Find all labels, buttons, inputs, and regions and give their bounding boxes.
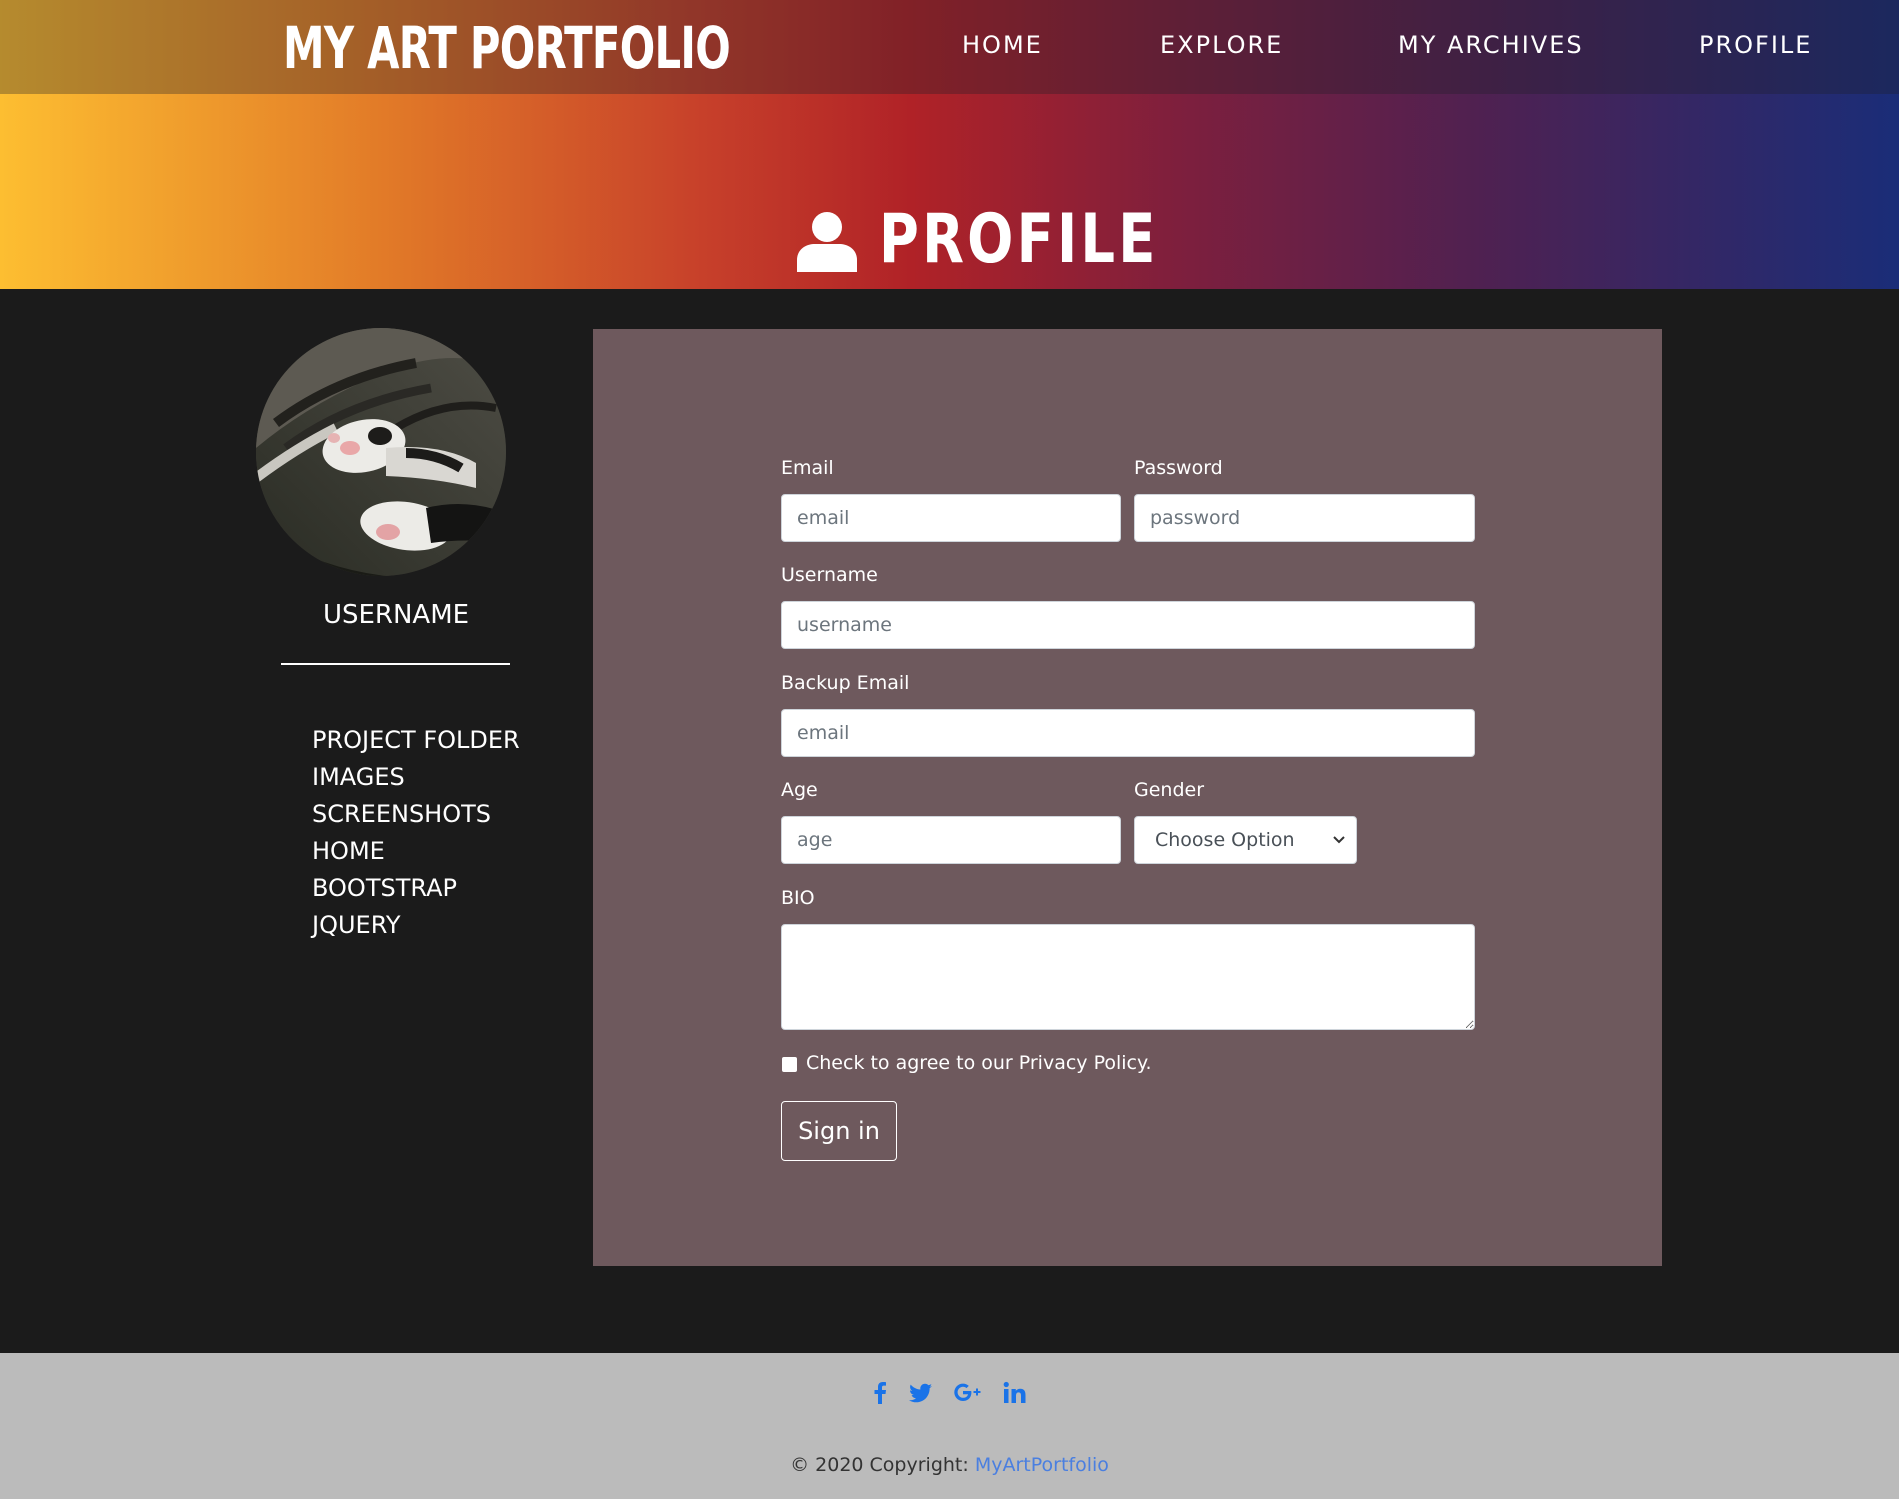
- facebook-icon[interactable]: [867, 1380, 893, 1406]
- sidebar-links: PROJECT FOLDER IMAGES SCREENSHOTS HOME B…: [312, 722, 520, 944]
- age-field[interactable]: [781, 816, 1121, 864]
- bio-label: BIO: [781, 887, 815, 909]
- sidebar-divider: [281, 663, 510, 665]
- password-field[interactable]: [1134, 494, 1475, 542]
- copyright-link[interactable]: MyArtPortfolio: [975, 1454, 1109, 1476]
- email-field[interactable]: [781, 494, 1121, 542]
- backup-email-field[interactable]: [781, 709, 1475, 757]
- brand-logo[interactable]: MY ART PORTFOLIO: [283, 10, 731, 86]
- sidebar-link-images[interactable]: IMAGES: [312, 763, 405, 791]
- footer: [0, 1353, 1899, 1499]
- google-plus-icon[interactable]: [953, 1380, 983, 1406]
- gender-label: Gender: [1134, 779, 1205, 801]
- privacy-label: Check to agree to our Privacy Policy.: [806, 1052, 1152, 1074]
- privacy-checkbox[interactable]: [782, 1057, 797, 1072]
- page-title: PROFILE: [795, 205, 1229, 275]
- sidebar-link-jquery[interactable]: JQUERY: [312, 911, 401, 939]
- username-label: Username: [781, 564, 878, 586]
- sidebar-link-home[interactable]: HOME: [312, 837, 385, 865]
- cat-photo: [256, 328, 506, 576]
- hero-banner: MY ART PORTFOLIO HOME EXPLORE MY ARCHIVE…: [0, 0, 1899, 289]
- avatar: [256, 328, 506, 576]
- copyright-text: © 2020 Copyright:: [790, 1454, 975, 1476]
- profile-form-card: [593, 329, 1662, 1266]
- chevron-down-icon: [1333, 836, 1345, 844]
- username-field[interactable]: [781, 601, 1475, 649]
- top-navbar: MY ART PORTFOLIO HOME EXPLORE MY ARCHIVE…: [0, 0, 1899, 94]
- bio-textarea[interactable]: [781, 924, 1475, 1030]
- nav-profile[interactable]: PROFILE: [1699, 31, 1812, 59]
- sidebar-link-project-folder[interactable]: PROJECT FOLDER: [312, 726, 520, 754]
- sidebar-link-screenshots[interactable]: SCREENSHOTS: [312, 800, 491, 828]
- nav-home[interactable]: HOME: [962, 31, 1043, 59]
- nav-explore[interactable]: EXPLORE: [1160, 31, 1283, 59]
- gender-select[interactable]: Choose Option: [1134, 816, 1357, 864]
- profile-username: USERNAME: [322, 600, 470, 630]
- twitter-icon[interactable]: [908, 1380, 934, 1406]
- sidebar-link-bootstrap[interactable]: BOOTSTRAP: [312, 874, 457, 902]
- copyright: © 2020 Copyright: MyArtPortfolio: [0, 1454, 1899, 1476]
- user-icon: [797, 212, 857, 272]
- password-label: Password: [1134, 457, 1223, 479]
- backup-email-label: Backup Email: [781, 672, 910, 694]
- linkedin-icon[interactable]: [1002, 1380, 1028, 1406]
- gender-select-value: Choose Option: [1155, 829, 1295, 851]
- email-label: Email: [781, 457, 834, 479]
- page-title-text: PROFILE: [879, 200, 1159, 279]
- age-label: Age: [781, 779, 818, 801]
- sign-in-button[interactable]: Sign in: [781, 1101, 897, 1161]
- nav-my-archives[interactable]: MY ARCHIVES: [1398, 31, 1584, 59]
